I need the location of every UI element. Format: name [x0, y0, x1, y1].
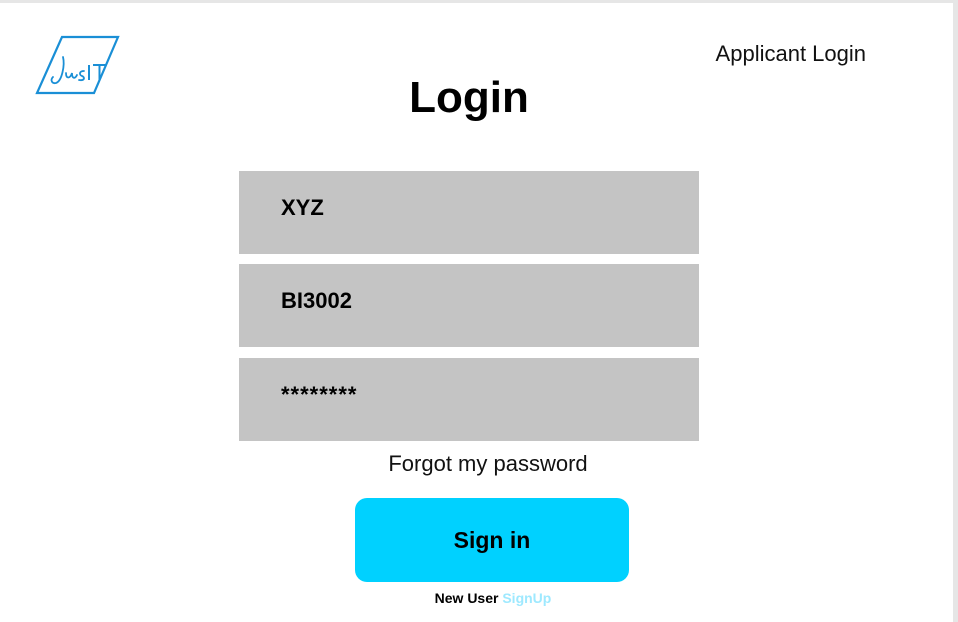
username-field[interactable]: XYZ: [239, 171, 699, 254]
signup-link[interactable]: SignUp: [502, 590, 551, 606]
forgot-password-link[interactable]: Forgot my password: [0, 451, 958, 477]
user-id-field[interactable]: BI3002: [239, 264, 699, 347]
new-user-label: New User: [434, 590, 503, 606]
password-field[interactable]: ********: [239, 358, 699, 441]
page-title: Login: [409, 73, 529, 122]
new-user-row: New User SignUp: [0, 590, 958, 606]
login-page: Applicant Login Login XYZ BI3002 *******…: [0, 3, 953, 622]
sign-in-button[interactable]: Sign in: [355, 498, 629, 582]
applicant-login-link[interactable]: Applicant Login: [716, 41, 866, 67]
